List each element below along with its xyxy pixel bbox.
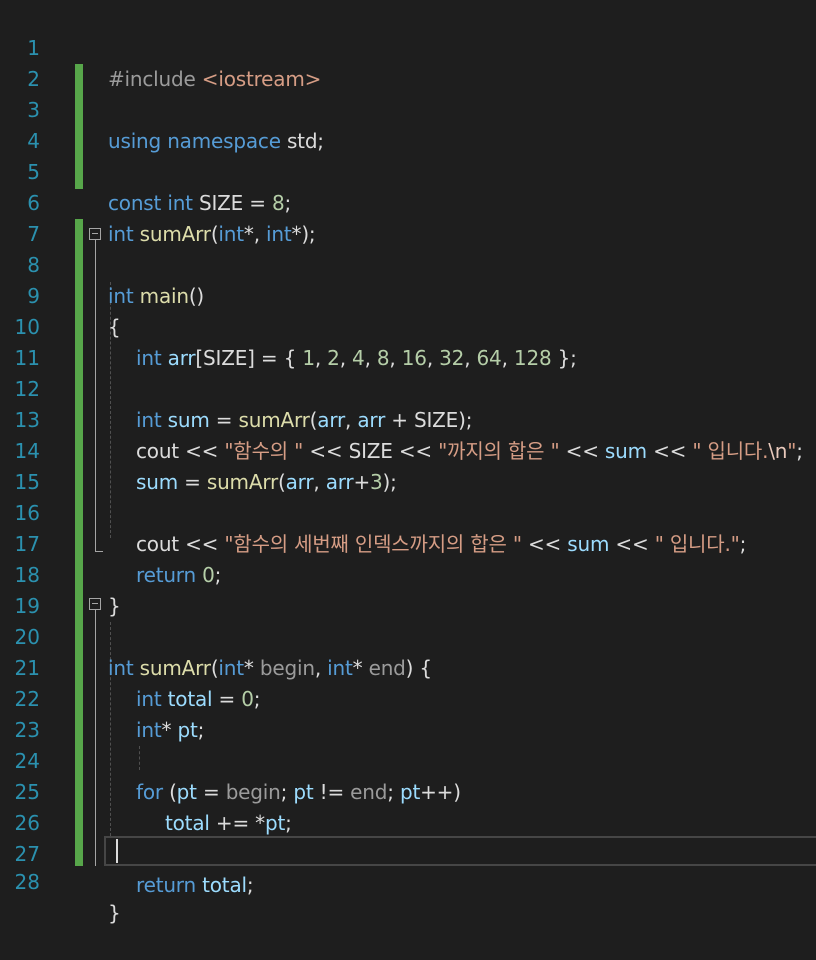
code-line: 13 cout << "함수의 " << SIZE << "까지의 합은 " <…	[0, 374, 816, 463]
code-line: 15	[0, 436, 816, 494]
code-line: 1 #include <iostream>	[0, 2, 816, 91]
code-line: 2	[0, 33, 816, 91]
code-line: 4	[0, 95, 816, 153]
code-line: 18 }	[0, 529, 816, 618]
code-text: return total;	[136, 873, 254, 897]
code-line: 3 using namespace std;	[0, 64, 816, 153]
code-line: 10 int arr[SIZE] = { 1, 2, 4, 8, 16, 32,…	[0, 281, 816, 370]
code-line: 8 int main()	[0, 219, 816, 308]
code-line: 22 int* pt;	[0, 653, 816, 742]
code-line: 16 cout << "함수의 세번째 인덱스까지의 합은 " << sum <…	[0, 467, 816, 556]
code-line: 28 }	[0, 836, 816, 925]
code-line: 9 {	[0, 250, 816, 339]
code-line: 11	[0, 312, 816, 370]
code-line: 20 int sumArr(int* begin, int* end) {	[0, 591, 816, 680]
code-line: 12 int sum = sumArr(arr, arr + SIZE);	[0, 343, 816, 432]
code-text: }	[108, 901, 121, 925]
line-number: 28	[14, 870, 40, 894]
code-line: 5 const int SIZE = 8;	[0, 126, 816, 215]
code-line: 6 int sumArr(int*, int*);	[0, 157, 816, 246]
code-line: 24 for (pt = begin; pt != end; pt++)	[0, 715, 816, 804]
code-line: 23	[0, 684, 816, 742]
code-editor[interactable]: 1 #include <iostream> 2 3 using namespac…	[0, 0, 816, 925]
code-line: 27 return total;	[0, 808, 816, 897]
code-line: 17 return 0;	[0, 498, 816, 587]
code-line: 19	[0, 560, 816, 618]
code-line: 26	[0, 777, 816, 835]
code-line: 25 total += *pt;	[0, 746, 816, 835]
code-line: 7	[0, 188, 816, 246]
code-line: 21 int total = 0;	[0, 622, 816, 711]
code-line: 14 sum = sumArr(arr, arr+3);	[0, 405, 816, 494]
